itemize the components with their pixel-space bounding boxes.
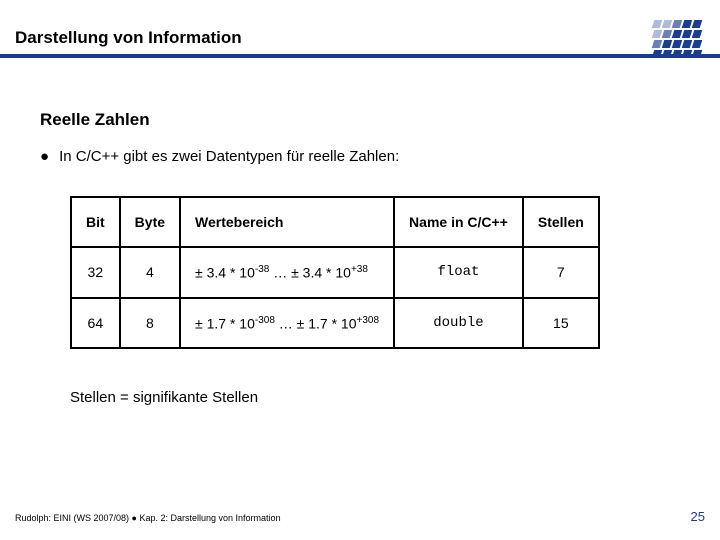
bullet-text: In C/C++ gibt es zwei Datentypen für ree…	[59, 148, 399, 165]
cell-range: ± 1.7 * 10-308 … ± 1.7 * 10+308	[180, 298, 394, 349]
table-header-row: Bit Byte Wertebereich Name in C/C++ Stel…	[71, 197, 599, 247]
range-text: ± 3.4 * 10	[195, 265, 255, 281]
range-text: ± 1.7 * 10	[195, 315, 255, 331]
header-divider	[0, 54, 720, 58]
range-exp: +38	[351, 264, 368, 275]
col-name: Name in C/C++	[394, 197, 523, 247]
slide-footer: Rudolph: EINI (WS 2007/08) ● Kap. 2: Dar…	[15, 509, 705, 524]
range-exp: -308	[255, 315, 275, 326]
cell-typename: double	[394, 298, 523, 349]
bullet-item: ● In C/C++ gibt es zwei Datentypen für r…	[40, 148, 680, 166]
footer-left: Rudolph: EINI (WS 2007/08) ● Kap. 2: Dar…	[15, 513, 281, 523]
content-area: Reelle Zahlen ● In C/C++ gibt es zwei Da…	[40, 110, 680, 406]
col-bit: Bit	[71, 197, 120, 247]
range-exp: -38	[255, 264, 269, 275]
cell-byte: 8	[120, 298, 180, 349]
range-exp: +308	[357, 315, 380, 326]
sub-heading: Reelle Zahlen	[40, 110, 680, 130]
col-digits: Stellen	[523, 197, 599, 247]
col-byte: Byte	[120, 197, 180, 247]
range-text: … ± 1.7 * 10	[275, 315, 357, 331]
cell-bit: 64	[71, 298, 120, 349]
cell-typename: float	[394, 247, 523, 298]
cell-byte: 4	[120, 247, 180, 298]
page-number: 25	[691, 509, 705, 524]
cell-bit: 32	[71, 247, 120, 298]
slide-title: Darstellung von Information	[15, 28, 242, 48]
cell-range: ± 3.4 * 10-38 … ± 3.4 * 10+38	[180, 247, 394, 298]
range-text: … ± 3.4 * 10	[269, 265, 351, 281]
cell-digits: 7	[523, 247, 599, 298]
table-row: 64 8 ± 1.7 * 10-308 … ± 1.7 * 10+308 dou…	[71, 298, 599, 349]
datatype-table: Bit Byte Wertebereich Name in C/C++ Stel…	[70, 196, 600, 349]
col-range: Wertebereich	[180, 197, 394, 247]
bullet-dot-icon: ●	[40, 148, 49, 166]
cell-digits: 15	[523, 298, 599, 349]
footnote: Stellen = signifikante Stellen	[70, 389, 680, 406]
table-row: 32 4 ± 3.4 * 10-38 … ± 3.4 * 10+38 float…	[71, 247, 599, 298]
